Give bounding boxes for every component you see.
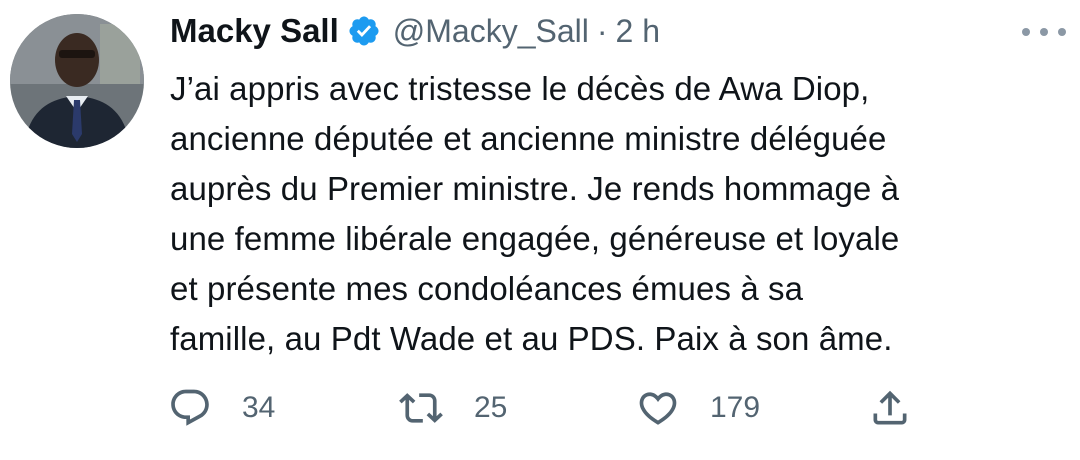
retweet-button[interactable]: 25 [398, 384, 507, 432]
share-button[interactable] [868, 384, 912, 432]
reply-count: 34 [242, 391, 276, 424]
verified-badge-icon [347, 14, 381, 48]
avatar[interactable] [10, 14, 144, 148]
heart-icon [636, 386, 680, 430]
tweet-actions: 34 25 179 [168, 384, 928, 432]
tweet-header: Macky Sall @Macky_Sall · 2 h [170, 8, 660, 54]
header-separator: · [596, 12, 608, 49]
retweet-icon [398, 386, 444, 430]
tweet-text: J’ai appris avec tristesse le décès de A… [170, 70, 900, 357]
reply-icon [168, 386, 212, 430]
tweet-card[interactable]: Macky Sall @Macky_Sall · 2 h J’ai appris… [0, 0, 1080, 460]
retweet-count: 25 [474, 391, 508, 424]
like-button[interactable]: 179 [636, 384, 760, 432]
tweet-timestamp[interactable]: 2 h [616, 13, 660, 50]
more-options-icon[interactable] [1022, 18, 1066, 46]
like-count: 179 [710, 391, 761, 424]
author-handle[interactable]: @Macky_Sall [393, 13, 589, 50]
share-icon [868, 386, 912, 430]
author-name[interactable]: Macky Sall [170, 12, 339, 50]
reply-button[interactable]: 34 [168, 384, 275, 432]
avatar-image [10, 14, 144, 148]
